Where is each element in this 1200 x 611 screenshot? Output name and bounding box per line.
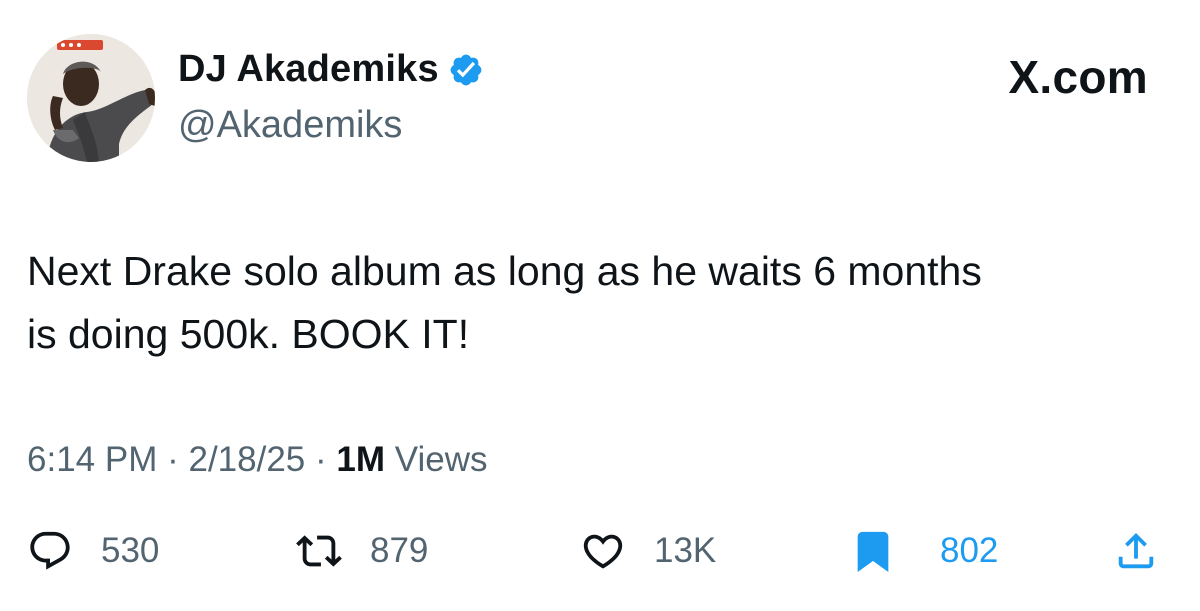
tweet-date[interactable]: 2/18/25 xyxy=(188,440,305,479)
tweet-text-line: is doing 500k. BOOK IT! xyxy=(27,311,470,357)
reply-count: 530 xyxy=(101,531,160,570)
author-name[interactable]: DJ Akademiks xyxy=(178,48,484,91)
like-button[interactable]: 13K xyxy=(580,528,716,574)
reply-icon xyxy=(30,531,70,570)
views-label: Views xyxy=(394,440,488,479)
separator-dot: · xyxy=(315,440,327,479)
bookmark-button[interactable]: 802 xyxy=(850,528,998,574)
tweet-text: Next Drake solo album as long as he wait… xyxy=(27,240,1177,366)
avatar[interactable] xyxy=(27,34,155,162)
repost-count: 879 xyxy=(370,531,429,570)
like-count: 13K xyxy=(654,531,717,570)
heart-icon xyxy=(583,534,623,569)
tweet-time[interactable]: 6:14 PM xyxy=(27,440,157,479)
share-button[interactable] xyxy=(1113,528,1159,574)
avatar-image xyxy=(27,34,155,162)
reply-button[interactable]: 530 xyxy=(27,528,159,574)
repost-button[interactable]: 879 xyxy=(296,528,428,574)
author-handle[interactable]: @Akademiks xyxy=(178,104,402,147)
tweet-text-line: Next Drake solo album as long as he wait… xyxy=(27,248,982,294)
share-icon xyxy=(1118,532,1154,569)
views-count: 1M xyxy=(336,440,386,479)
verified-badge-icon[interactable] xyxy=(448,52,484,88)
bookmark-count: 802 xyxy=(940,531,999,570)
separator-dot: · xyxy=(167,440,179,479)
tweet-metadata: 6:14 PM · 2/18/25 · 1M Views xyxy=(27,440,487,480)
brand-label: X.com xyxy=(1008,51,1148,103)
author-display-name[interactable]: DJ Akademiks xyxy=(178,48,439,91)
bookmark-icon xyxy=(857,531,889,572)
repost-icon xyxy=(296,535,342,567)
